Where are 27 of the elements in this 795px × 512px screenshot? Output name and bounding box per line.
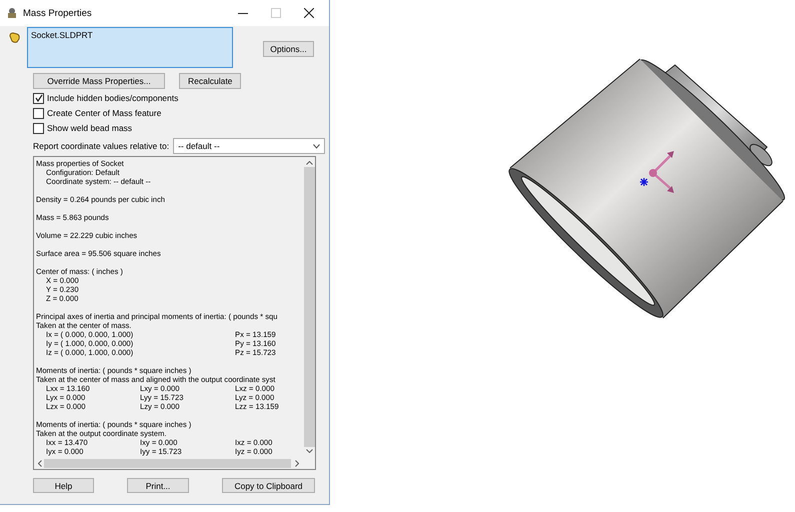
checkbox[interactable] xyxy=(33,92,44,104)
scroll-right-icon[interactable] xyxy=(295,460,299,466)
checkbox[interactable] xyxy=(33,122,44,134)
checkbox-label: Create Center of Mass feature xyxy=(47,108,162,118)
selection-list[interactable]: Socket.SLDPRT xyxy=(27,27,233,68)
origin-star-icon xyxy=(639,177,649,187)
minimize-icon[interactable] xyxy=(238,12,248,14)
dialog-button[interactable]: Print... xyxy=(127,478,189,493)
recalculate-button[interactable]: Recalculate xyxy=(179,73,241,89)
scroll-up-icon[interactable] xyxy=(306,161,312,165)
dialog-button[interactable]: Copy to Clipboard xyxy=(222,478,315,493)
coordinate-label: Report coordinate values relative to: xyxy=(33,141,170,151)
checkbox[interactable] xyxy=(33,108,44,118)
checkbox-label: Include hidden bodies/components xyxy=(47,93,178,103)
chevron-down-icon xyxy=(313,144,320,148)
list-item[interactable]: Socket.SLDPRT xyxy=(31,30,229,40)
checkbox-label: Show weld bead mass xyxy=(47,123,132,133)
coordinate-triad-icon xyxy=(649,151,674,193)
scroll-down-icon[interactable] xyxy=(306,449,312,453)
dialog-button[interactable]: Help xyxy=(33,478,94,493)
scroll-left-icon[interactable] xyxy=(38,460,42,466)
override-button[interactable]: Override Mass Properties... xyxy=(33,73,165,89)
close-icon[interactable] xyxy=(304,8,314,18)
window-title: Mass Properties xyxy=(23,8,93,18)
coordinate-dropdown[interactable]: -- default -- xyxy=(173,138,326,154)
app-logo-icon xyxy=(6,7,18,19)
options-button[interactable]: Options... xyxy=(263,41,314,57)
